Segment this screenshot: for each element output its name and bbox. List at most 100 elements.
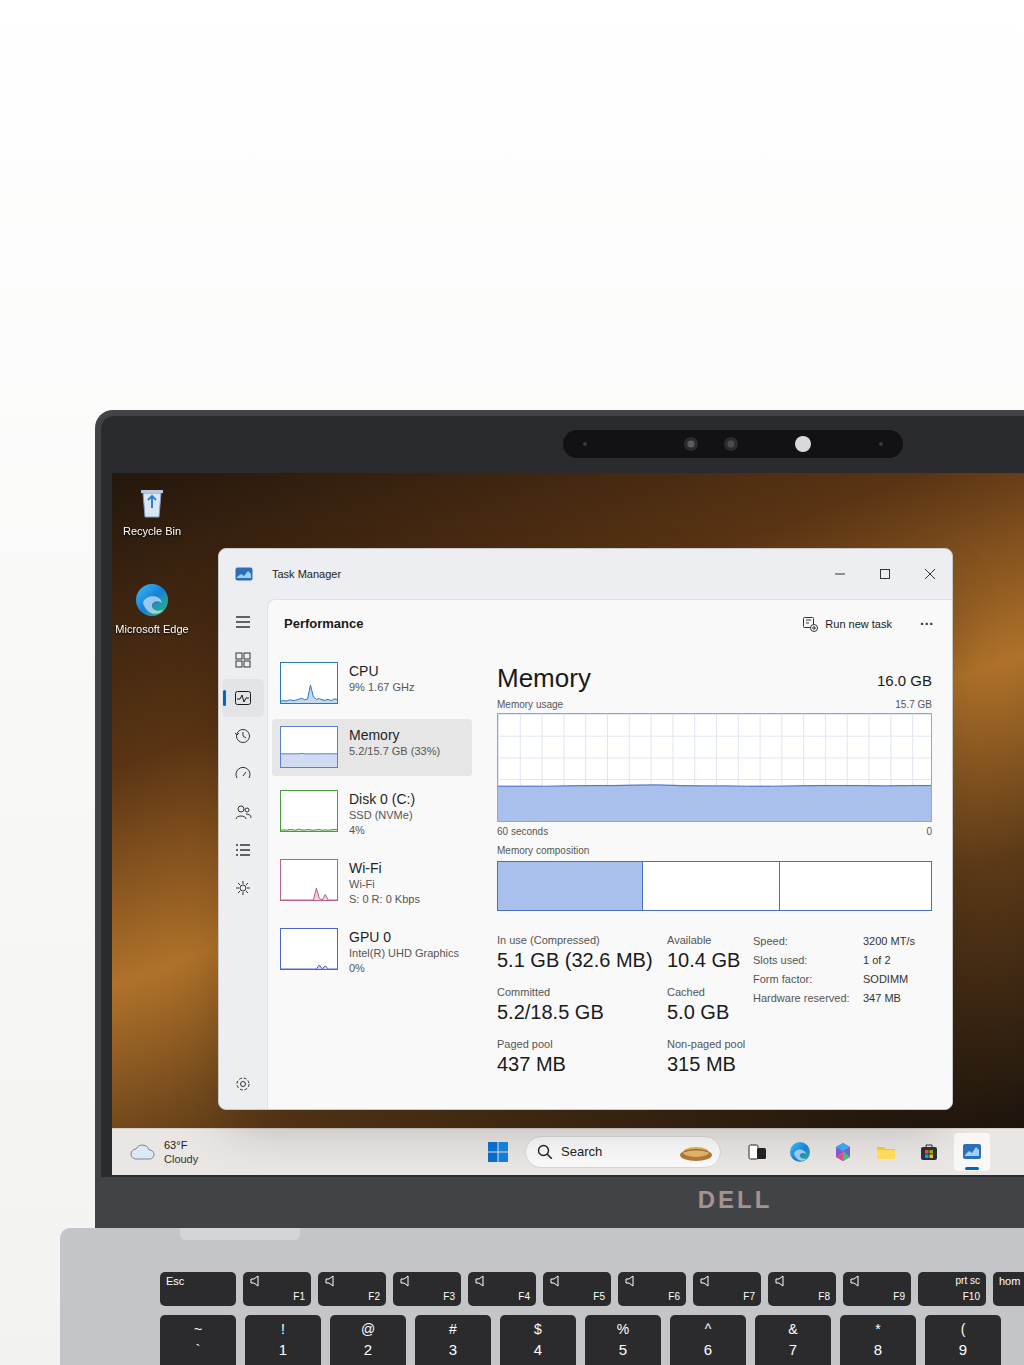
resource-detail: 4% <box>349 823 415 838</box>
key[interactable]: !1 <box>245 1315 321 1365</box>
weather-widget[interactable]: 63°FCloudy <box>130 1138 480 1166</box>
key[interactable]: &7 <box>755 1315 831 1365</box>
key-label: F2 <box>368 1291 380 1303</box>
resource-item[interactable]: GPU 0Intel(R) UHD Graphics0% <box>272 921 472 983</box>
sparkline <box>281 929 337 969</box>
memory-stats: In use (Compressed)5.1 GB (32.6 MB)Avail… <box>497 933 932 1077</box>
recycle-bin-icon <box>133 483 171 521</box>
taskbar: 63°FCloudy Search <box>112 1128 1024 1175</box>
stat-value: 5.1 GB (32.6 MB) <box>497 947 667 973</box>
search-box[interactable]: Search <box>525 1136 721 1168</box>
desktop-icon-label: Recycle Bin <box>123 524 181 538</box>
key[interactable]: (9 <box>925 1315 1001 1365</box>
resource-item[interactable]: Disk 0 (C:)SSD (NVMe)4% <box>272 783 472 845</box>
key-label: F9 <box>893 1291 905 1303</box>
key-label: F4 <box>518 1291 530 1303</box>
weather-text: 63°FCloudy <box>164 1138 198 1166</box>
key[interactable]: F5 <box>543 1272 611 1306</box>
resource-name: Disk 0 (C:) <box>349 790 415 808</box>
stat: Non-paged pool315 MB <box>667 1037 745 1077</box>
resource-item[interactable]: CPU9% 1.67 GHz <box>272 655 472 712</box>
dell-logo: DELL <box>670 1182 800 1218</box>
stat-value: 5.2/18.5 GB <box>497 999 667 1025</box>
resource-text: GPU 0Intel(R) UHD Graphics0% <box>349 928 459 976</box>
chart-labels: Memory usage15.7 GB <box>497 698 932 711</box>
start-button[interactable] <box>480 1134 516 1170</box>
key-shift-label: ^ <box>705 1321 712 1337</box>
key[interactable]: F1 <box>243 1272 311 1306</box>
nav-item[interactable] <box>222 831 264 869</box>
resource-name: CPU <box>349 662 414 680</box>
minimize-button[interactable] <box>817 549 862 599</box>
key[interactable]: ^6 <box>670 1315 746 1365</box>
key[interactable]: F2 <box>318 1272 386 1306</box>
nav-item[interactable] <box>222 869 264 907</box>
panel-body: CPU9% 1.67 GHz Memory5.2/15.7 GB (33%) Dis… <box>268 648 952 1109</box>
run-new-task-button[interactable]: Run new task <box>794 612 900 637</box>
key[interactable]: F3 <box>393 1272 461 1306</box>
nav-item[interactable] <box>222 793 264 831</box>
key-label: 3 <box>449 1341 457 1358</box>
memory-usage-chart <box>497 713 932 822</box>
taskbar-app[interactable] <box>825 1133 861 1171</box>
content-panel: PerformanceRun new task···CPU9% 1.67 GHz… <box>267 599 952 1109</box>
stat-label: Non-paged pool <box>667 1037 745 1051</box>
nav-item[interactable] <box>222 641 264 679</box>
maximize-icon <box>875 566 895 582</box>
key[interactable]: Esc <box>160 1272 236 1306</box>
key[interactable]: prt scF10 <box>918 1272 986 1306</box>
more-button[interactable]: ··· <box>916 614 938 635</box>
maximize-button[interactable] <box>862 549 907 599</box>
nav-item[interactable] <box>222 717 264 755</box>
key[interactable]: %5 <box>585 1315 661 1365</box>
close-button[interactable] <box>907 549 952 599</box>
segment-fill <box>498 862 642 910</box>
key-label: 9 <box>959 1341 967 1358</box>
sparkline <box>281 791 337 831</box>
key[interactable]: F4 <box>468 1272 536 1306</box>
taskbar-app[interactable] <box>868 1133 904 1171</box>
segment-fill <box>643 862 779 910</box>
key[interactable]: #3 <box>415 1315 491 1365</box>
taskbar-app[interactable] <box>954 1133 990 1171</box>
key[interactable]: F7 <box>693 1272 761 1306</box>
taskmanager-icon <box>961 1141 983 1163</box>
search-icon <box>537 1144 553 1160</box>
taskbar-app[interactable] <box>782 1133 818 1171</box>
screen: Recycle BinMicrosoft EdgeTask ManagerPer… <box>112 473 1024 1175</box>
nav-item[interactable] <box>222 1065 264 1103</box>
pinned-apps <box>739 1133 990 1171</box>
key[interactable]: F8 <box>768 1272 836 1306</box>
nav-item[interactable] <box>222 755 264 793</box>
key-label: F8 <box>818 1291 830 1303</box>
run-new-task-label: Run new task <box>825 616 892 633</box>
desktop-icon[interactable]: Recycle Bin <box>114 483 190 538</box>
search-placeholder: Search <box>561 1142 602 1162</box>
stat-value: 437 MB <box>497 1051 667 1077</box>
spec-label: Speed: <box>753 934 863 948</box>
nav-item[interactable] <box>222 679 264 717</box>
resource-item[interactable]: Memory5.2/15.7 GB (33%) <box>272 719 472 776</box>
desktop-icon[interactable]: Microsoft Edge <box>114 581 190 636</box>
resource-text: CPU9% 1.67 GHz <box>349 662 414 695</box>
taskbar-app[interactable] <box>739 1133 775 1171</box>
key[interactable]: F9 <box>843 1272 911 1306</box>
resource-item[interactable]: Wi-FiWi-FiS: 0 R: 0 Kbps <box>272 852 472 914</box>
stat: In use (Compressed)5.1 GB (32.6 MB) <box>497 933 667 973</box>
key[interactable]: *8 <box>840 1315 916 1365</box>
key-label: F3 <box>443 1291 455 1303</box>
stat: Available10.4 GB <box>667 933 745 973</box>
taskbar-app[interactable] <box>911 1133 947 1171</box>
key[interactable]: F6 <box>618 1272 686 1306</box>
key[interactable]: $4 <box>500 1315 576 1365</box>
task-manager-window: Task ManagerPerformanceRun new task···CP… <box>218 548 953 1110</box>
key[interactable]: hom <box>993 1272 1024 1306</box>
function-key-icon <box>849 1275 863 1287</box>
resource-text: Wi-FiWi-FiS: 0 R: 0 Kbps <box>349 859 420 907</box>
stat-value: 315 MB <box>667 1051 745 1077</box>
nav-item[interactable] <box>222 603 264 641</box>
sparkline <box>281 663 337 703</box>
key[interactable]: ~` <box>160 1315 236 1365</box>
stat: Committed5.2/18.5 GB <box>497 985 667 1025</box>
key[interactable]: @2 <box>330 1315 406 1365</box>
